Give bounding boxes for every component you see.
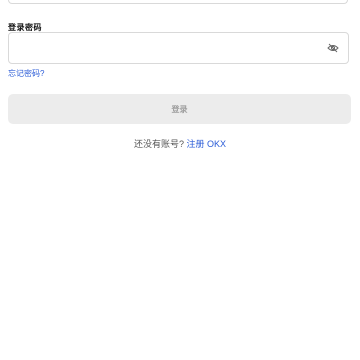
no-account-text: 还没有账号? [133,139,184,149]
login-button[interactable]: 登录 [8,94,351,124]
signup-prompt: 还没有账号? 注册 OKX [0,137,360,150]
password-input[interactable] [17,33,317,63]
password-field[interactable] [8,32,349,64]
signup-link[interactable]: 注册 OKX [187,139,227,149]
forgot-password-link[interactable]: 忘记密码? [8,68,44,79]
login-page: 登录密码 忘记密码? 登录 还没有账号? 注册 OKX [0,0,360,360]
eye-slash-icon[interactable] [327,43,339,53]
account-input-edge[interactable] [8,0,348,4]
